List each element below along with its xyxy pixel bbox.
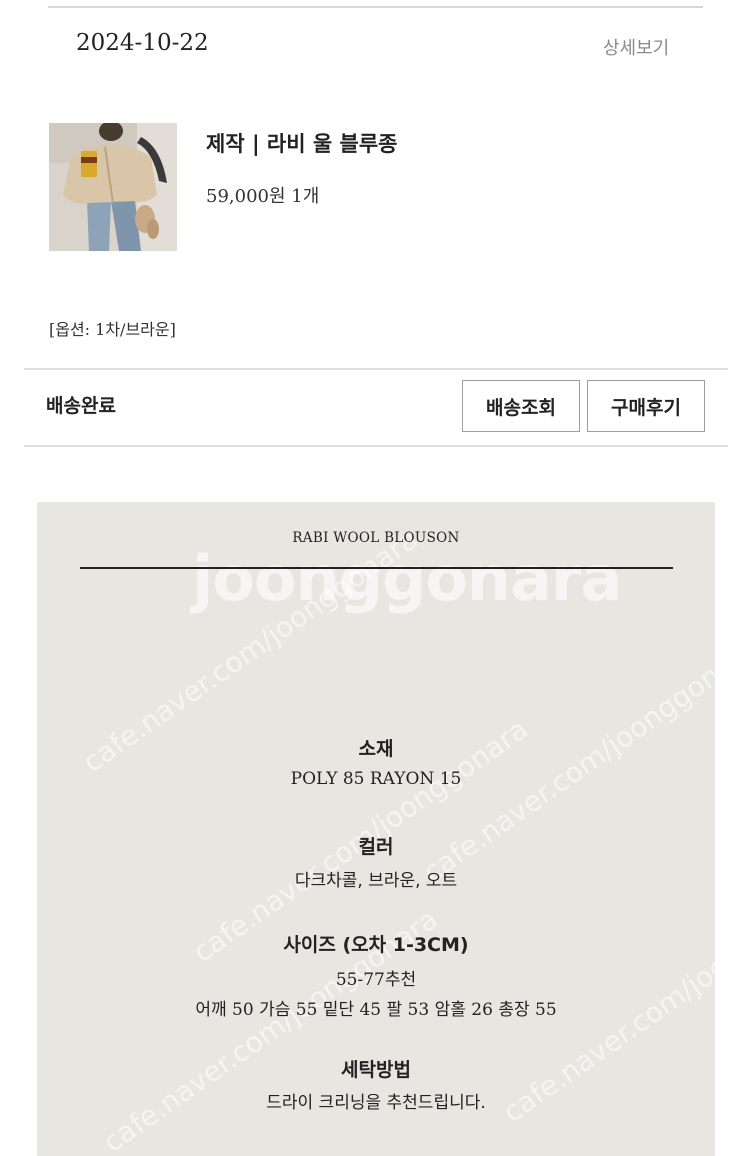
spec-value-size-measure: 어깨 50 가슴 55 밑단 45 팔 53 암홀 26 총장 55 xyxy=(195,1000,557,1020)
delivery-status: 배송완료 xyxy=(46,395,116,417)
product-price-quantity: 59,000원 1개 xyxy=(206,186,320,207)
product-detail-image: joonggonara cafe.naver.com/joonggonara c… xyxy=(37,502,715,1156)
section-divider xyxy=(24,445,728,447)
spec-heading-size: 사이즈 (오차 1-3CM) xyxy=(283,934,469,956)
write-review-button[interactable]: 구매후기 xyxy=(587,380,705,432)
track-delivery-button[interactable]: 배송조회 xyxy=(462,380,580,432)
product-option: [옵션: 1차/브라운] xyxy=(49,320,176,339)
detail-title: RABI WOOL BLOUSON xyxy=(292,530,460,546)
view-details-link[interactable]: 상세보기 xyxy=(603,34,669,60)
detail-title-rule xyxy=(80,567,673,569)
spec-value-material: POLY 85 RAYON 15 xyxy=(290,769,462,789)
top-divider xyxy=(48,6,703,8)
spec-value-color: 다크차콜, 브라운, 오트 xyxy=(294,871,458,891)
spec-heading-material: 소재 xyxy=(358,738,394,760)
spec-value-care: 드라이 크리닝을 추천드립니다. xyxy=(266,1093,486,1113)
product-name[interactable]: 제작 | 라비 울 블루종 xyxy=(206,128,397,158)
spec-heading-care: 세탁방법 xyxy=(341,1059,411,1081)
product-photo-icon xyxy=(49,123,177,251)
spec-heading-color: 컬러 xyxy=(358,836,394,858)
section-divider xyxy=(24,368,728,370)
order-date: 2024-10-22 xyxy=(76,30,209,56)
watermark: joonggonara xyxy=(192,542,622,615)
spec-value-size-recommend: 55-77추천 xyxy=(335,970,417,990)
product-thumbnail[interactable] xyxy=(49,123,177,251)
